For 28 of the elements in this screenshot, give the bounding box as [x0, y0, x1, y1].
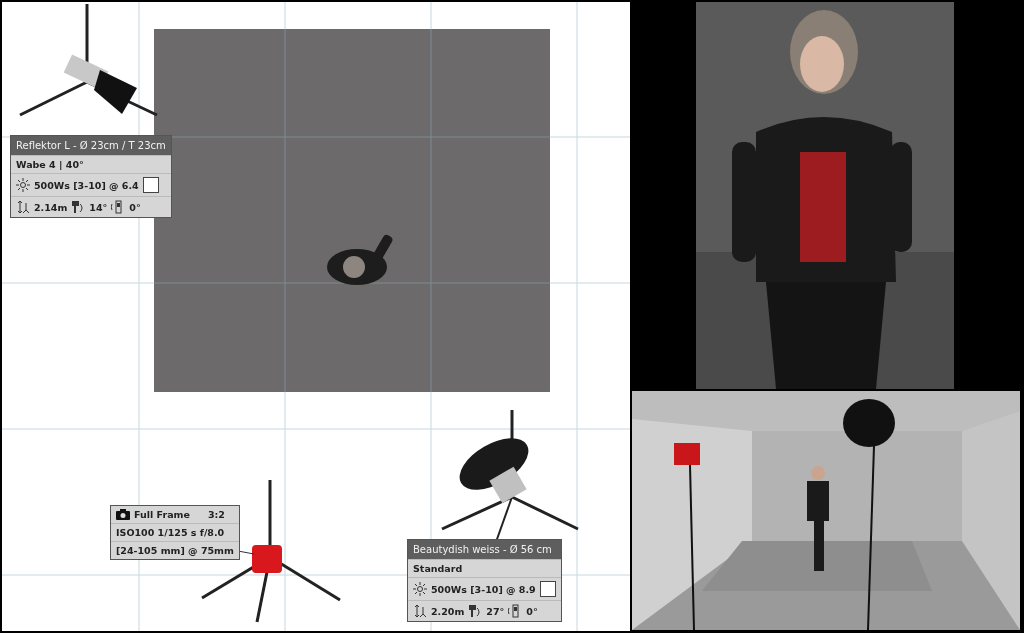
camera-drawing[interactable]	[201, 480, 341, 623]
height-icon	[16, 200, 30, 214]
sun-icon	[16, 178, 30, 192]
tilt-icon	[71, 200, 86, 214]
modifier-label: Standard	[413, 563, 463, 574]
exposure-settings: ISO100 1/125 s f/8.0	[116, 527, 225, 538]
lens-setting: [24-105 mm] @ 75mm	[116, 545, 234, 556]
tilt-value: 27°	[486, 605, 505, 617]
power-setting: 500Ws [3-10] @ 8.9	[431, 583, 536, 595]
tilt-value: 14°	[89, 201, 108, 213]
height-value: 2.20m	[431, 605, 465, 617]
modifier-label: Wabe 4 | 40°	[16, 159, 84, 170]
height-icon	[413, 604, 427, 618]
light-title: Beautydish weiss - Ø 56 cm	[408, 540, 561, 559]
camera-icon	[116, 509, 130, 520]
color-swatch[interactable]	[539, 581, 556, 597]
tilt-icon	[468, 604, 483, 618]
color-swatch[interactable]	[142, 177, 159, 193]
power-setting: 500Ws [3-10] @ 6.4	[34, 179, 139, 191]
rotation-value: 0°	[526, 605, 538, 617]
sensor-format: Full Frame	[134, 509, 190, 520]
light-title: Reflektor L - Ø 23cm / T 23cm	[11, 136, 171, 155]
model-figure[interactable]	[327, 233, 394, 285]
rotation-value: 0°	[129, 201, 141, 213]
aspect-ratio: 3:2	[207, 509, 225, 520]
reflector-light-drawing[interactable]	[19, 4, 158, 117]
sun-icon	[413, 582, 427, 596]
height-value: 2.14m	[34, 201, 68, 213]
